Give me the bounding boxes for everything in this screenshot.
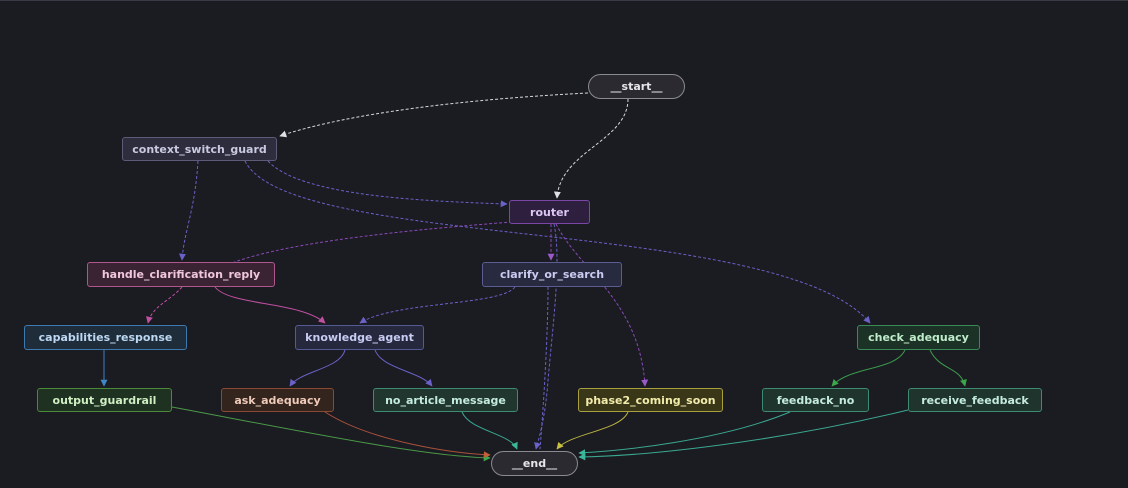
edge-ask-to-end [324,411,491,459]
edge-receive-feedback-to-end [578,409,909,461]
node-knowledge-agent[interactable]: knowledge_agent [295,325,424,350]
node-phase2-coming-soon[interactable]: phase2_coming_soon [578,388,723,412]
node-end[interactable]: __end__ [491,451,578,476]
edge-knowledge-to-ask [289,349,346,387]
node-context-switch-guard[interactable]: context_switch_guard [122,137,277,161]
edge-feedback-no-to-end [578,411,791,457]
node-check-adequacy[interactable]: check_adequacy [857,325,980,350]
edge-knowledge-to-no-article [374,349,433,387]
node-feedback-no[interactable]: feedback_no [762,388,869,412]
edge-phase2-to-end [556,411,629,450]
edge-clarify-to-knowledge [359,286,516,324]
node-output-guardrail[interactable]: output_guardrail [37,388,172,412]
node-router[interactable]: router [509,200,590,224]
edge-start-to-context-switch-guard [279,92,589,138]
edge-no-article-to-end [461,411,518,450]
edge-router-to-clarification [231,221,513,264]
edge-check-to-receive-feedback [929,349,967,387]
node-receive-feedback[interactable]: receive_feedback [908,388,1042,412]
edge-check-to-feedback-no [831,349,906,387]
node-clarify-or-search[interactable]: clarify_or_search [482,262,622,287]
edge-start-to-router [553,98,629,199]
edge-clarify-to-end [539,286,549,450]
node-no-article-message[interactable]: no_article_message [373,388,518,412]
edge-guard-to-clarification [178,160,199,261]
graph-edges [100,92,967,462]
edge-clarification-to-knowledge [214,286,326,324]
node-start[interactable]: __start__ [588,74,685,99]
edge-clarification-to-capabilities [146,286,183,324]
edge-router-to-end [534,223,558,450]
node-handle-clarification-reply[interactable]: handle_clarification_reply [87,262,275,287]
node-capabilities-response[interactable]: capabilities_response [24,325,187,350]
graph-canvas: __start__ context_switch_guard router ha… [0,0,1128,487]
edge-router-to-phase2 [555,223,649,387]
edge-guard-to-check-adequacy [244,160,871,324]
node-ask-adequacy[interactable]: ask_adequacy [221,388,334,412]
